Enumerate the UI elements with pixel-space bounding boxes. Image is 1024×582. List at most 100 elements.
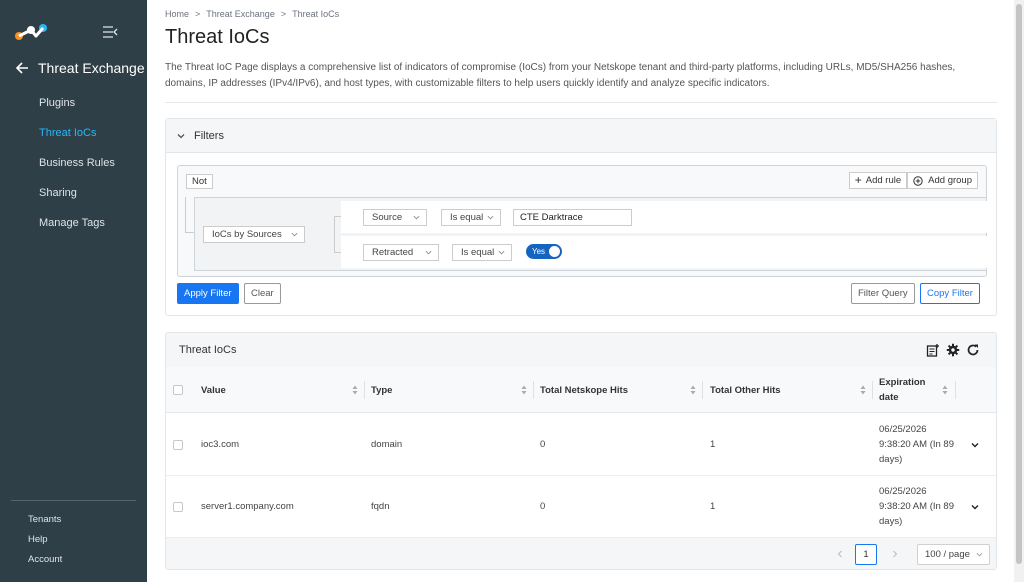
page-size-select[interactable]: 100 / page [917,544,990,565]
chevron-left-icon[interactable] [836,550,844,558]
sidebar-item-plugins[interactable]: Plugins [0,92,147,122]
cell-value: ioc3.com [201,439,240,450]
rule-operator-select[interactable]: Is equal [452,244,512,261]
column-separator [702,381,703,399]
pagination: 1 100 / page [166,538,996,569]
rule-field-value: Source [372,212,403,223]
sidebar-item-account[interactable]: Account [28,553,62,573]
chevron-down-icon[interactable] [970,502,980,512]
sidebar-section-title: Threat Exchange [38,60,145,76]
table-head: Value Type Total Netskope Hits Total Oth… [166,367,996,413]
rule-field-select[interactable]: Retracted [363,244,439,261]
chevron-down-icon [177,133,185,138]
sort-icon[interactable] [521,385,527,395]
cell-expiration: 06/25/2026 9:38:20 AM (In 89 days) [879,486,954,527]
add-rule-label: Add rule [865,175,902,186]
sort-icon[interactable] [690,385,696,395]
rule-operator-value: Is equal [450,212,484,223]
group-field-select[interactable]: IoCs by Sources [203,226,305,243]
filters-panel: Filters Not + Add rule Add group IoCs by… [165,118,997,316]
cell-other-hits: 1 [710,439,716,450]
arrow-left-icon [15,62,28,74]
table-title: Threat IoCs [179,344,237,356]
cell-value: server1.company.com [201,501,294,512]
sidebar-bottom-links: Tenants Help Account [28,513,62,573]
query-builder-actions: + Add rule Add group [848,172,978,189]
breadcrumb-home[interactable]: Home [165,9,189,19]
copy-filter-button[interactable]: Copy Filter [920,283,980,304]
page-size-value: 100 / page [925,549,970,560]
column-separator [364,381,365,399]
rule-field-value: Retracted [372,247,414,258]
breadcrumb-threat-exchange[interactable]: Threat Exchange [206,9,275,19]
rule-field-select[interactable]: Source [363,209,427,226]
chevron-right-icon[interactable] [891,550,899,558]
cell-other-hits: 1 [710,501,716,512]
sidebar-item-help[interactable]: Help [28,533,62,553]
back-to-threat-exchange[interactable]: Threat Exchange [14,60,145,76]
sidebar-item-threat-iocs[interactable]: Threat IoCs [0,122,147,152]
not-toggle-button[interactable]: Not [186,174,213,189]
scrollbar-thumb[interactable] [1016,4,1022,564]
sidebar-item-manage-tags[interactable]: Manage Tags [0,212,147,242]
breadcrumb-separator: > [280,9,287,19]
collapse-sidebar-icon[interactable] [102,25,118,39]
page-title: Threat IoCs [165,26,270,48]
divider [165,102,997,103]
refresh-icon[interactable] [966,343,980,357]
select-all-checkbox[interactable] [173,385,183,395]
export-icon[interactable] [926,343,940,357]
column-label: Total Netskope Hits [540,384,628,396]
row-checkbox[interactable] [173,440,183,450]
add-group-label: Add group [928,175,972,186]
column-label: Value [201,384,226,396]
group-field-value: IoCs by Sources [212,229,282,240]
sidebar-item-tenants[interactable]: Tenants [28,513,62,533]
filters-header[interactable]: Filters [166,119,996,153]
rule-row-source: Source Is equal CTE Darktrace [341,201,988,233]
sidebar-item-sharing[interactable]: Sharing [0,182,147,212]
clear-button[interactable]: Clear [244,283,281,304]
sidebar-item-business-rules[interactable]: Business Rules [0,152,147,182]
rule-operator-value: Is equal [461,247,495,258]
rule-connector-line [334,216,341,253]
breadcrumb: Home > Threat Exchange > Threat IoCs [165,9,339,19]
apply-filter-button[interactable]: Apply Filter [177,283,239,304]
gear-icon[interactable] [946,343,960,357]
netskope-logo[interactable] [14,22,50,42]
column-header-netskope-hits[interactable]: Total Netskope Hits [540,367,700,413]
table-tools [920,343,980,357]
column-label: Type [371,384,393,396]
retracted-toggle[interactable]: Yes [526,244,562,259]
table-row[interactable]: server1.company.com fqdn 0 1 06/25/2026 … [166,476,996,538]
row-checkbox[interactable] [173,502,183,512]
sort-icon[interactable] [860,385,866,395]
page-scrollbar[interactable] [1014,0,1024,582]
chevron-down-icon[interactable] [970,440,980,450]
threat-iocs-table: Threat IoCs Value Type Total Netskope Hi… [165,332,997,570]
column-separator [872,381,873,399]
column-header-expiration[interactable]: Expiration date [879,367,954,413]
table-header-bar: Threat IoCs [166,333,996,367]
rule-operator-select[interactable]: Is equal [441,209,501,226]
add-rule-button[interactable]: + Add rule [848,172,908,189]
sidebar-divider [11,500,136,501]
sort-icon[interactable] [942,385,948,395]
column-header-type[interactable]: Type [371,367,531,413]
filter-query-button[interactable]: Filter Query [851,283,915,304]
add-group-button[interactable]: Add group [907,172,978,189]
page-number-button[interactable]: 1 [855,544,877,565]
rule-value-input[interactable]: CTE Darktrace [513,209,632,226]
column-label: Total Other Hits [710,384,781,396]
cell-netskope-hits: 0 [540,501,546,512]
column-label: Expiration date [879,377,926,403]
column-header-other-hits[interactable]: Total Other Hits [710,367,870,413]
breadcrumb-current: Threat IoCs [292,9,340,19]
query-builder: Not + Add rule Add group IoCs by Sources [177,165,988,277]
sort-icon[interactable] [352,385,358,395]
column-header-value[interactable]: Value [201,367,361,413]
cell-type: fqdn [371,501,390,512]
cell-type: domain [371,439,403,450]
chevron-down-icon [487,215,494,220]
table-row[interactable]: ioc3.com domain 0 1 06/25/2026 9:38:20 A… [166,414,996,476]
